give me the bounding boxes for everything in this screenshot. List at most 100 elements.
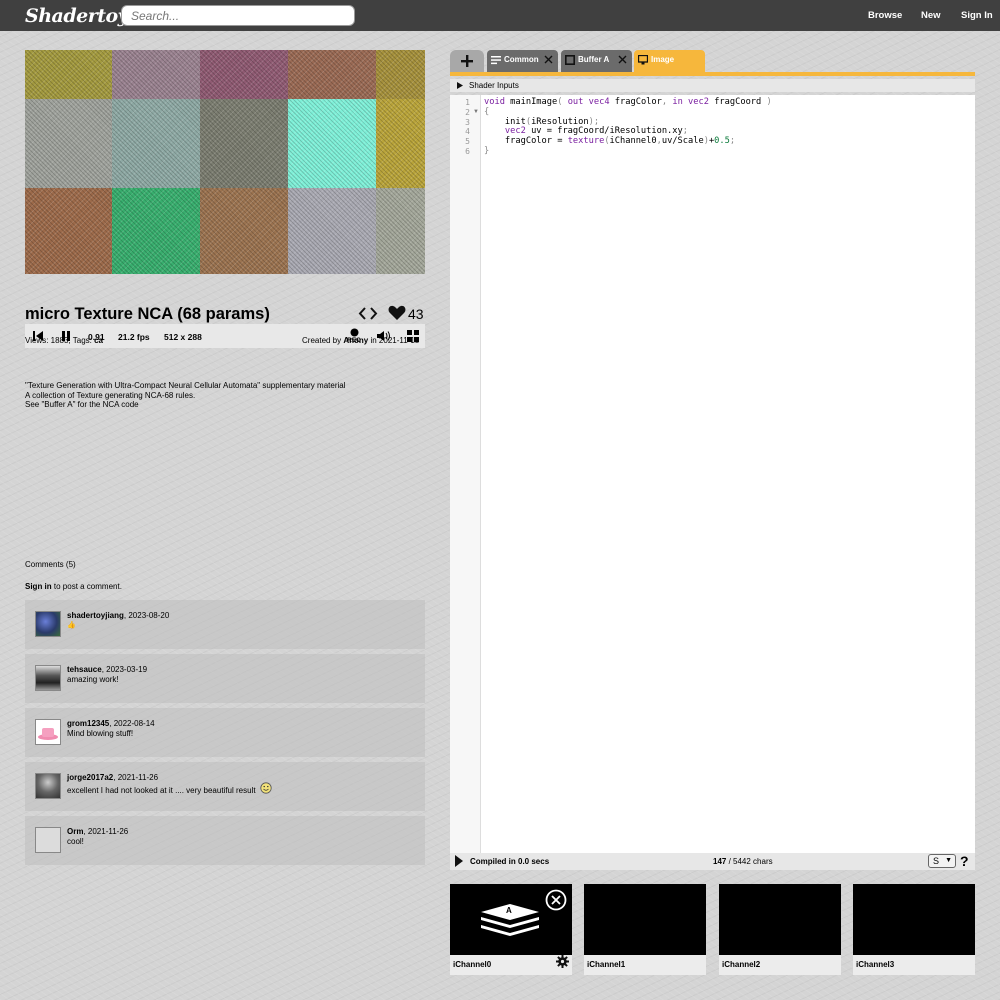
comment-header: shadertoyjiang, 2023-08-20 <box>67 611 169 620</box>
texture-tile <box>200 50 288 99</box>
fold-marker-icon[interactable]: ▼ <box>473 109 479 115</box>
new-link[interactable]: New <box>921 10 941 21</box>
ichannel0[interactable]: A iChannel0 <box>450 884 572 975</box>
comment-text: Mind blowing stuff! <box>67 729 134 738</box>
avatar[interactable] <box>35 719 61 745</box>
ichannel2-label: iChannel2 <box>719 955 841 975</box>
code-icon[interactable] <box>358 305 378 322</box>
comment-header: tehsauce, 2023-03-19 <box>67 665 147 674</box>
comment-item: shadertoyjiang, 2023-08-20 👍 <box>25 600 425 649</box>
search-input[interactable] <box>121 5 355 26</box>
ichannel2-preview[interactable] <box>719 884 841 955</box>
comment-user[interactable]: grom12345 <box>67 719 109 728</box>
comment-header: Orm, 2021-11-26 <box>67 827 128 836</box>
comment-user[interactable]: shadertoyjiang <box>67 611 124 620</box>
sign-in-comment-link[interactable]: Sign in <box>25 582 52 591</box>
code-line: fragColor = texture(iChannel0,uv/Scale)+… <box>484 136 736 146</box>
comment-user[interactable]: tehsauce <box>67 665 102 674</box>
texture-tile <box>200 188 288 274</box>
close-circle-icon[interactable] <box>545 889 567 911</box>
comment-user[interactable]: Orm <box>67 827 83 836</box>
comment-item: Orm, 2021-11-26 cool! <box>25 816 425 865</box>
resolution-display: 512 x 288 <box>164 332 202 342</box>
created-date: in 2021-11-18 <box>368 336 420 345</box>
comment-text: excellent I had not looked at it .... ve… <box>67 782 272 795</box>
created-by: Created by Anony in 2021-11-18 <box>302 336 419 345</box>
sign-in-suffix: to post a comment. <box>51 582 122 591</box>
comment-date: , 2023-03-19 <box>101 665 148 674</box>
char-count-total: / 5442 chars <box>726 857 773 866</box>
texture-tile <box>288 188 376 274</box>
font-size-select[interactable]: S ▼ <box>928 854 956 868</box>
close-icon[interactable] <box>543 54 554 65</box>
top-navbar: Shadertoy Browse New Sign In <box>0 0 1000 31</box>
browse-link[interactable]: Browse <box>868 10 902 21</box>
line-gutter: 1 2 ▼ 3 4 5 6 <box>450 95 481 853</box>
ichannel0-preview[interactable]: A <box>450 884 572 955</box>
compile-status: Compiled in 0.0 secs <box>470 857 550 866</box>
triangle-right-icon <box>457 82 463 89</box>
comment-text: amazing work! <box>67 675 119 684</box>
ichannel0-label: iChannel0 <box>450 955 572 975</box>
line-number: 5 <box>465 137 470 146</box>
font-size-value: S <box>933 856 940 866</box>
avatar[interactable] <box>35 665 61 691</box>
likes-count: 43 <box>408 306 424 322</box>
ichannel1-label: iChannel1 <box>584 955 706 975</box>
gear-icon[interactable] <box>556 955 569 968</box>
char-count-value: 147 <box>713 857 727 866</box>
compile-play-icon[interactable] <box>455 855 463 867</box>
avatar[interactable] <box>35 827 61 853</box>
tab-common-label: Common <box>504 55 539 64</box>
ichannel2[interactable]: iChannel2 <box>719 884 841 975</box>
comment-date: , 2022-08-14 <box>109 719 155 728</box>
texture-tile <box>25 50 112 99</box>
comments-header: Comments (5) <box>25 560 76 569</box>
code-editor[interactable]: 1 2 ▼ 3 4 5 6 void mainImage( out vec4 f… <box>450 95 975 853</box>
buffer-letter: A <box>506 906 512 915</box>
monitor-icon <box>638 55 648 65</box>
description-line: "Texture Generation with Ultra-Compact N… <box>25 381 346 390</box>
line-number: 2 <box>465 108 470 117</box>
shader-inputs-toggle[interactable]: Shader Inputs <box>450 79 975 92</box>
shadertoy-logo[interactable]: Shadertoy <box>25 5 129 27</box>
heart-icon[interactable] <box>388 305 406 321</box>
tab-common[interactable]: Common <box>487 50 558 72</box>
comment-item: tehsauce, 2023-03-19 amazing work! <box>25 654 425 703</box>
ichannel3-preview[interactable] <box>853 884 975 955</box>
comment-item: grom12345, 2022-08-14 Mind blowing stuff… <box>25 708 425 757</box>
ichannel1-preview[interactable] <box>584 884 706 955</box>
texture-tile <box>200 99 288 188</box>
tab-image-label: Image <box>651 55 675 64</box>
author-link[interactable]: Anony <box>343 336 368 345</box>
square-icon <box>565 55 575 65</box>
lines-icon <box>491 56 501 65</box>
shader-canvas[interactable] <box>25 50 425 274</box>
comment-date: , 2021-11-26 <box>83 827 129 836</box>
avatar[interactable] <box>35 611 61 637</box>
tab-buffer-a[interactable]: Buffer A <box>561 50 632 72</box>
ichannel3[interactable]: iChannel3 <box>853 884 975 975</box>
texture-tile <box>25 99 112 188</box>
add-tab-button[interactable] <box>450 50 484 72</box>
code-line: vec2 uv = fragCoord/iResolution.xy; <box>504 126 688 136</box>
comment-header: grom12345, 2022-08-14 <box>67 719 155 728</box>
description-line: See "Buffer A" for the NCA code <box>25 400 139 409</box>
ichannel1[interactable]: iChannel1 <box>584 884 706 975</box>
avatar[interactable] <box>35 773 61 799</box>
sign-in-link[interactable]: Sign In <box>961 10 993 21</box>
tag-link[interactable]: ca <box>94 336 103 345</box>
shader-description: "Texture Generation with Ultra-Compact N… <box>25 381 345 410</box>
help-button[interactable]: ? <box>960 853 969 869</box>
comment-user[interactable]: jorge2017a2 <box>67 773 113 782</box>
close-icon[interactable] <box>617 54 628 65</box>
description-line: A collection of Texture generating NCA-6… <box>25 390 196 400</box>
views-tags: Views: 1883, Tags: ca <box>25 336 103 345</box>
fps-display: 21.2 fps <box>118 332 150 342</box>
comment-date: , 2023-08-20 <box>123 611 170 620</box>
line-number: 4 <box>465 127 470 136</box>
line-number: 6 <box>465 147 470 156</box>
tab-image[interactable]: Image <box>634 50 705 72</box>
texture-tile <box>376 99 425 188</box>
texture-tile <box>112 50 200 99</box>
